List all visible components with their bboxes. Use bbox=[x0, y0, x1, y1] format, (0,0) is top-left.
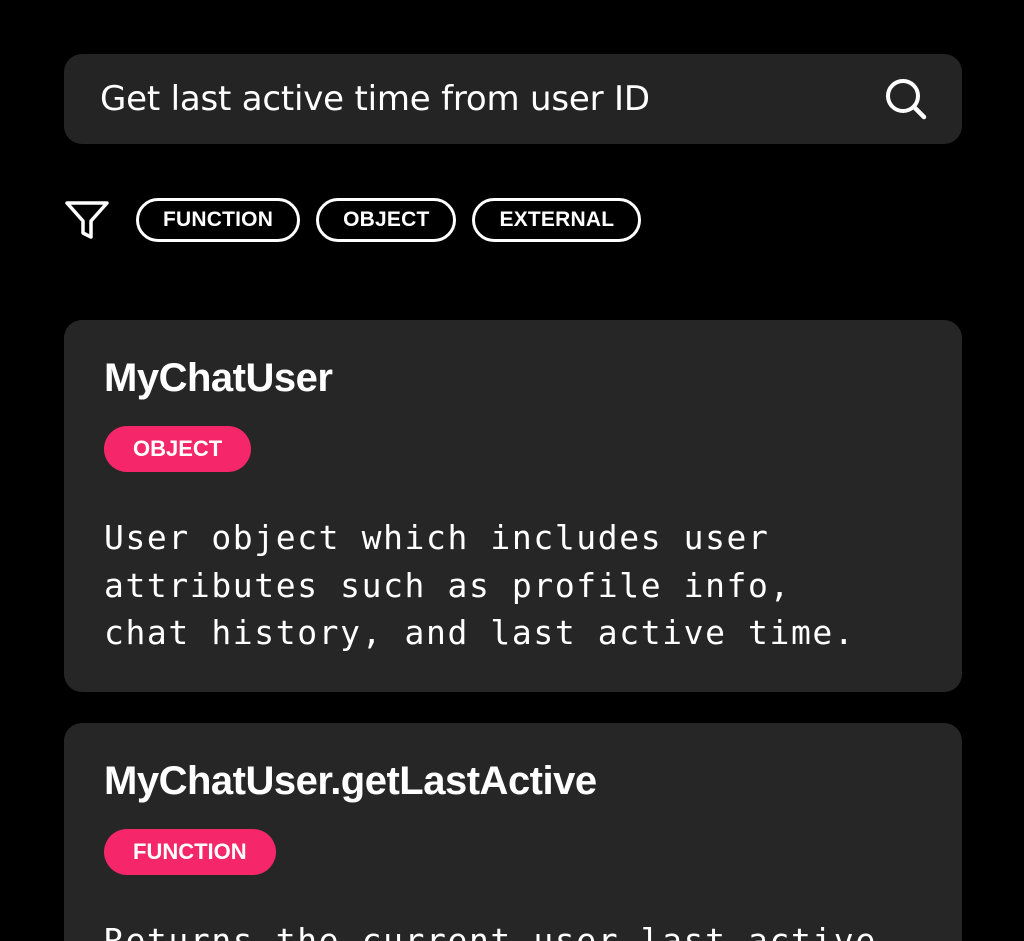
search-input[interactable] bbox=[100, 79, 860, 119]
filter-chip-external[interactable]: EXTERNAL bbox=[472, 198, 642, 242]
search-icon[interactable] bbox=[884, 77, 928, 121]
result-description: User object which includes user attribut… bbox=[104, 518, 856, 652]
result-card[interactable]: MyChatUser OBJECT User object which incl… bbox=[64, 320, 962, 692]
result-card[interactable]: MyChatUser.getLastActive FUNCTION Return… bbox=[64, 723, 962, 941]
type-badge: FUNCTION bbox=[104, 829, 276, 875]
type-badge: OBJECT bbox=[104, 426, 252, 472]
result-title: MyChatUser bbox=[104, 356, 333, 400]
filter-icon[interactable] bbox=[64, 197, 110, 243]
result-description: Returns the current user last active bbox=[104, 921, 877, 941]
page: FUNCTION OBJECT EXTERNAL MyChatUser OBJE… bbox=[0, 0, 1024, 941]
result-title: MyChatUser.getLastActive bbox=[104, 759, 597, 803]
filter-bar: FUNCTION OBJECT EXTERNAL bbox=[64, 196, 657, 244]
search-bar bbox=[64, 54, 962, 144]
filter-chip-function[interactable]: FUNCTION bbox=[136, 198, 301, 242]
filter-chip-object[interactable]: OBJECT bbox=[316, 198, 457, 242]
